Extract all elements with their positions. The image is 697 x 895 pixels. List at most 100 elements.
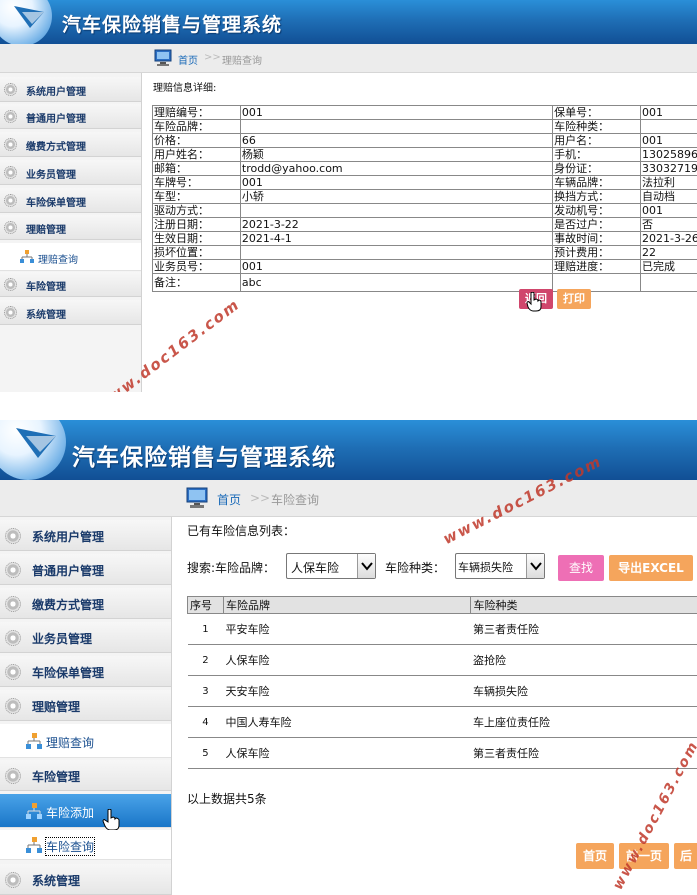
field-value: 2021-3-22: [239, 217, 554, 232]
type-cell: 车上座位责任险: [470, 706, 697, 738]
field-value: 130258965: [639, 147, 697, 162]
breadcrumb: 首页 >> 理赔查询: [0, 44, 697, 73]
gear-icon: [5, 664, 21, 680]
sidebar: 系统用户管理 普通用户管理 缴费方式管理 业务员管理 车险保单管理 理赔管理 理…: [0, 517, 172, 895]
menu-system[interactable]: 系统管理: [0, 864, 171, 895]
menu-system-users[interactable]: 系统用户管理: [0, 520, 171, 551]
field-value: 否: [639, 217, 697, 232]
brand-cell: 人保车险: [223, 644, 471, 676]
brand-select[interactable]: 人保车险: [286, 553, 376, 579]
menu-policy[interactable]: 车险保单管理: [0, 656, 171, 687]
menu-system[interactable]: 系统管理: [0, 300, 141, 325]
menu-payment-methods[interactable]: 缴费方式管理: [0, 588, 171, 619]
main-content: 已有车险信息列表： 搜索:车险品牌： 人保车险 车险种类： 车辆损失险 查找 导…: [178, 517, 697, 895]
menu-payment-methods[interactable]: 缴费方式管理: [0, 132, 141, 157]
table-row[interactable]: 4 中国人寿车险 车上座位责任险: [187, 706, 697, 738]
gear-icon: [5, 562, 21, 578]
row-index: 2: [187, 644, 224, 676]
field-label: 备注：: [152, 273, 241, 292]
menu-normal-users[interactable]: 普通用户管理: [0, 104, 141, 129]
menu-salesperson[interactable]: 业务员管理: [0, 160, 141, 185]
table-row[interactable]: 5 人保车险 第三者责任险: [187, 737, 697, 769]
field-value: 001: [639, 105, 697, 120]
submenu-claim-query[interactable]: 理赔查询: [0, 243, 141, 271]
field-label: 理赔编号：: [152, 105, 241, 120]
print-button[interactable]: 打印: [557, 289, 591, 309]
brand-cell: 平安车险: [223, 613, 471, 645]
app-title: 汽车保险销售与管理系统: [72, 445, 336, 471]
table-row[interactable]: 3 天安车险 车辆损失险: [187, 675, 697, 707]
chevron-down-icon: [526, 554, 544, 578]
field-label: 理赔进度：: [552, 259, 641, 274]
detail-row: 注册日期： 2021-3-22 是否过户：否: [152, 217, 697, 232]
field-label: 驱动方式：: [152, 203, 241, 218]
field-value: 小轿: [239, 189, 554, 204]
field-value: 330327198: [639, 161, 697, 176]
next-page-button[interactable]: 后: [674, 843, 697, 869]
gear-icon: [5, 698, 21, 714]
field-value: 001: [639, 133, 697, 148]
menu-policy[interactable]: 车险保单管理: [0, 188, 141, 213]
field-value: 2021-3-26: [639, 231, 697, 246]
tree-icon: [26, 837, 42, 853]
first-page-button[interactable]: 首页: [576, 843, 614, 869]
main-content: 理赔信息详细: 理赔编号： 001 保单号： 001 车险品牌： 车险种类： 价格： 66 用户…: [148, 73, 697, 392]
field-label: 车险种类：: [552, 119, 641, 134]
field-label: 生效日期：: [152, 231, 241, 246]
row-index: 5: [187, 737, 224, 769]
submenu-insurance-query[interactable]: 车险查询: [0, 830, 171, 860]
export-excel-button[interactable]: 导出EXCEL: [609, 555, 693, 581]
column-header: 序号: [187, 596, 224, 614]
breadcrumb-current: 车险查询: [271, 493, 320, 507]
app-logo-icon: [0, 0, 52, 44]
menu-claims[interactable]: 理赔管理: [0, 215, 141, 240]
menu-normal-users[interactable]: 普通用户管理: [0, 554, 171, 585]
breadcrumb-separator: >>: [204, 52, 221, 63]
detail-row: 生效日期： 2021-4-1 事故时间： 2021-3-26: [152, 231, 697, 246]
row-index: 4: [187, 706, 224, 738]
gear-icon: [4, 194, 17, 207]
brand-cell: 天安车险: [223, 675, 471, 707]
type-cell: 车辆损失险: [470, 675, 697, 707]
field-label: 保单号：: [552, 105, 641, 120]
sidebar: 系统用户管理 普通用户管理 缴费方式管理 业务员管理 车险保单管理 理赔管理 理…: [0, 73, 142, 392]
menu-claims[interactable]: 理赔管理: [0, 690, 171, 721]
breadcrumb-home-link[interactable]: 首页: [217, 491, 241, 508]
menu-car-insurance[interactable]: 车险管理: [0, 272, 141, 297]
app-title: 汽车保险销售与管理系统: [62, 14, 283, 36]
field-label: 事故时间：: [552, 231, 641, 246]
gear-icon: [5, 528, 21, 544]
breadcrumb-separator: >>: [250, 491, 271, 505]
brand-cell: 人保车险: [223, 737, 471, 769]
row-index: 3: [187, 675, 224, 707]
field-label: 损坏位置：: [152, 245, 241, 260]
detail-row: 用户姓名：杨颖手机：130258965: [152, 147, 697, 162]
breadcrumb-home-link[interactable]: 首页: [178, 52, 198, 67]
type-select[interactable]: 车辆损失险: [455, 553, 545, 579]
detail-row: 车险品牌： 车险种类：: [152, 119, 697, 134]
gear-icon: [4, 166, 17, 179]
table-row[interactable]: 1 平安车险 第三者责任险: [187, 613, 697, 645]
menu-salesperson[interactable]: 业务员管理: [0, 622, 171, 653]
detail-row: 理赔编号： 001 保单号： 001: [152, 105, 697, 120]
menu-system-users[interactable]: 系统用户管理: [0, 77, 141, 102]
detail-row: 备注： abc: [152, 273, 697, 292]
app-logo-icon: [0, 420, 66, 480]
field-value: 001: [639, 203, 697, 218]
submenu-claim-query[interactable]: 理赔查询: [0, 724, 171, 758]
field-label: 身份证：: [552, 161, 641, 176]
field-label: 预计费用：: [552, 245, 641, 260]
table-row[interactable]: 2 人保车险 盗抢险: [187, 644, 697, 676]
field-value: trodd@yahoo.com: [239, 161, 554, 176]
field-value: [239, 203, 554, 218]
gear-icon: [4, 110, 17, 123]
menu-car-insurance[interactable]: 车险管理: [0, 760, 171, 791]
field-label: 车险品牌：: [152, 119, 241, 134]
field-label: 用户名：: [552, 133, 641, 148]
submenu-insurance-add[interactable]: 车险添加: [0, 794, 171, 828]
find-button[interactable]: 查找: [558, 555, 604, 581]
detail-row: 车牌号： 001 车辆品牌： 法拉利: [152, 175, 697, 190]
column-header: 车险种类: [470, 596, 697, 614]
tree-icon: [26, 733, 42, 749]
claim-detail-screen: 汽车保险销售与管理系统 首页 >> 理赔查询 系统用户管理 普通用户管理 缴费方…: [0, 0, 697, 392]
